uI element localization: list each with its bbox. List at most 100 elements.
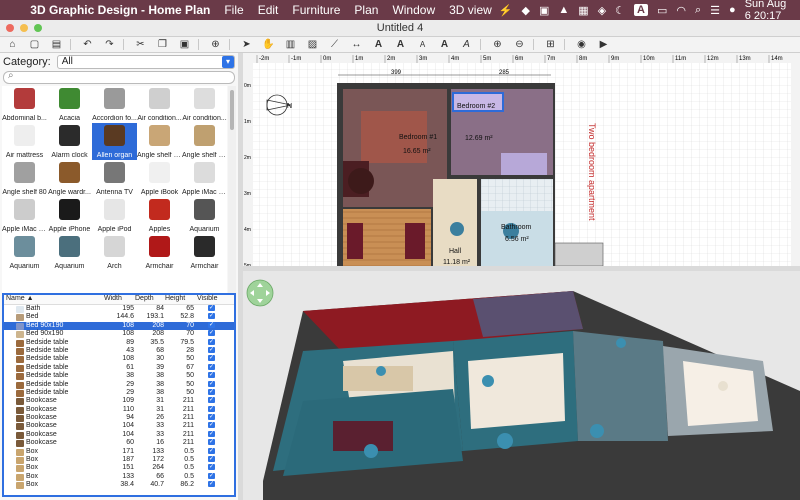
- new-home-icon[interactable]: ⌂: [3, 38, 22, 51]
- visible-checkbox[interactable]: ✓: [208, 422, 215, 429]
- catalog-item[interactable]: Alarm clock: [47, 123, 92, 160]
- visible-checkbox[interactable]: ✓: [208, 346, 215, 353]
- furniture-row[interactable]: Bedside table 108 30 50 ✓: [4, 355, 234, 364]
- catalog-item[interactable]: Angle wardr...: [47, 160, 92, 197]
- import-furniture-icon[interactable]: ⊞: [541, 38, 560, 51]
- armchair-icon[interactable]: [347, 223, 363, 259]
- catalog-item[interactable]: Air condition...: [137, 86, 182, 123]
- catalog-item[interactable]: Air mattress: [2, 123, 47, 160]
- open-icon[interactable]: ▢: [25, 38, 44, 51]
- plan-scrollbar[interactable]: [791, 63, 800, 266]
- column-width[interactable]: Width: [104, 295, 122, 302]
- room-floor-center[interactable]: [468, 353, 565, 429]
- furniture-row[interactable]: Bed 90x190 108 208 70 ✓: [4, 321, 234, 331]
- visible-checkbox[interactable]: ✓: [208, 472, 215, 479]
- increase-text-icon[interactable]: A: [391, 38, 410, 51]
- furniture-row[interactable]: Bookcase 109 31 211 ✓: [4, 397, 234, 406]
- 3d-view[interactable]: [243, 271, 800, 500]
- create-dimensions-icon[interactable]: ↔: [347, 38, 366, 51]
- catalog-item[interactable]: Air condition...: [182, 86, 227, 123]
- chevron-down-icon[interactable]: ▾: [222, 56, 234, 68]
- save-icon[interactable]: ▤: [47, 38, 66, 51]
- visible-checkbox[interactable]: ✓: [208, 439, 215, 446]
- 3d-canvas[interactable]: [243, 271, 800, 500]
- create-video-icon[interactable]: ▶: [594, 38, 613, 51]
- armchair-icon[interactable]: [405, 223, 425, 259]
- menubar-clock[interactable]: Sun Aug 6 20:17: [745, 0, 792, 22]
- furniture-row[interactable]: Box 171 133 0.5 ✓: [4, 447, 234, 456]
- minimize-button[interactable]: [20, 24, 28, 32]
- cut-icon[interactable]: ✂: [131, 38, 150, 51]
- furniture-row[interactable]: Bookcase 110 31 211 ✓: [4, 405, 234, 414]
- visible-checkbox[interactable]: ✓: [208, 414, 215, 421]
- visible-checkbox[interactable]: ✓: [208, 330, 215, 337]
- furniture-row[interactable]: Bookcase 104 33 211 ✓: [4, 430, 234, 439]
- create-photo-icon[interactable]: ◉: [572, 38, 591, 51]
- visible-checkbox[interactable]: ✓: [208, 464, 215, 471]
- italic-icon[interactable]: A: [457, 38, 476, 51]
- visible-checkbox[interactable]: ✓: [208, 305, 215, 311]
- input-source-icon[interactable]: A: [634, 4, 648, 16]
- create-polylines-icon[interactable]: ⟋: [325, 38, 344, 51]
- menu-window[interactable]: Window: [385, 3, 442, 17]
- furniture-row[interactable]: Bedside table 38 38 50 ✓: [4, 372, 234, 381]
- visible-checkbox[interactable]: ✓: [208, 447, 215, 454]
- catalog-item[interactable]: Apple iBook: [137, 160, 182, 197]
- furniture-row[interactable]: Bedside table 29 38 50 ✓: [4, 388, 234, 397]
- furniture-row[interactable]: Box 187 172 0.5 ✓: [4, 456, 234, 465]
- bath-floor-upper[interactable]: [481, 179, 553, 211]
- app-menu[interactable]: 3D Graphic Design - Home Plan: [23, 3, 217, 17]
- visible-checkbox[interactable]: ✓: [208, 380, 215, 387]
- visible-checkbox[interactable]: ✓: [208, 481, 215, 488]
- furniture-row[interactable]: Bookcase 60 16 211 ✓: [4, 439, 234, 448]
- shield-icon[interactable]: ◆: [522, 4, 530, 17]
- visible-checkbox[interactable]: ✓: [208, 363, 215, 370]
- menu-3d-view[interactable]: 3D view: [442, 3, 499, 17]
- bed-3d-icon[interactable]: [333, 421, 393, 451]
- catalog-item[interactable]: Aquarium: [47, 234, 92, 271]
- round-table-icon[interactable]: [348, 168, 374, 194]
- visible-checkbox[interactable]: ✓: [208, 456, 215, 463]
- catalog-search-input[interactable]: ⌕: [3, 70, 235, 84]
- catalog-item[interactable]: Aquarium: [182, 197, 227, 234]
- moon-icon[interactable]: ☾: [615, 4, 625, 17]
- room-floor-right[interactable]: [683, 361, 758, 426]
- cloud-icon[interactable]: ▲: [558, 4, 569, 16]
- catalog-item[interactable]: Angle shelf 80: [2, 160, 47, 197]
- visible-checkbox[interactable]: ✓: [208, 372, 215, 379]
- catalog-item[interactable]: Arch: [92, 234, 137, 271]
- visible-checkbox[interactable]: ✓: [208, 355, 215, 362]
- zoom-out-icon[interactable]: ⊖: [510, 38, 529, 51]
- column-height[interactable]: Height: [165, 295, 185, 302]
- decrease-text-icon[interactable]: A: [413, 38, 432, 51]
- bed-icon[interactable]: [501, 153, 547, 175]
- catalog-item[interactable]: Apple iMac 1...: [182, 160, 227, 197]
- visible-checkbox[interactable]: ✓: [208, 430, 215, 437]
- zoom-button[interactable]: [34, 24, 42, 32]
- pan-icon[interactable]: ✋: [259, 38, 278, 51]
- grid-icon[interactable]: ▦: [578, 4, 588, 17]
- catalog-item[interactable]: Antenna TV: [92, 160, 137, 197]
- bold-icon[interactable]: A: [435, 38, 454, 51]
- furniture-row[interactable]: Box 151 264 0.5 ✓: [4, 464, 234, 473]
- control-center-icon[interactable]: ☰: [710, 4, 720, 17]
- visible-checkbox[interactable]: ✓: [208, 388, 215, 395]
- close-button[interactable]: [6, 24, 14, 32]
- furniture-row[interactable]: Bed 144.6 193.1 52.8 ✓: [4, 313, 234, 322]
- furniture-row[interactable]: Bookcase 104 33 211 ✓: [4, 422, 234, 431]
- furniture-row[interactable]: Bedside table 43 68 28 ✓: [4, 346, 234, 355]
- copy-icon[interactable]: ❐: [153, 38, 172, 51]
- catalog-item[interactable]: Armchair: [182, 234, 227, 271]
- paste-icon[interactable]: ▣: [175, 38, 194, 51]
- column-visible[interactable]: Visible: [197, 295, 218, 302]
- plan-view[interactable]: -2m -1m 0m 1m 2m 3m 4m 5m 6m 7m 8m 9m 10m 11m 12m 13m 14…: [243, 53, 800, 266]
- menu-edit[interactable]: Edit: [251, 3, 286, 17]
- adjacent-room[interactable]: [554, 242, 604, 266]
- visible-checkbox[interactable]: ✓: [208, 338, 215, 345]
- catalog-item[interactable]: Angle shelf 1...: [137, 123, 182, 160]
- catalog-item[interactable]: Acacia: [47, 86, 92, 123]
- catalog-item[interactable]: Apple iPod: [92, 197, 137, 234]
- dropbox-icon[interactable]: ◈: [598, 4, 606, 17]
- furniture-row[interactable]: Box 133 66 0.5 ✓: [4, 472, 234, 481]
- catalog-item[interactable]: Apple iMac 2...: [2, 197, 47, 234]
